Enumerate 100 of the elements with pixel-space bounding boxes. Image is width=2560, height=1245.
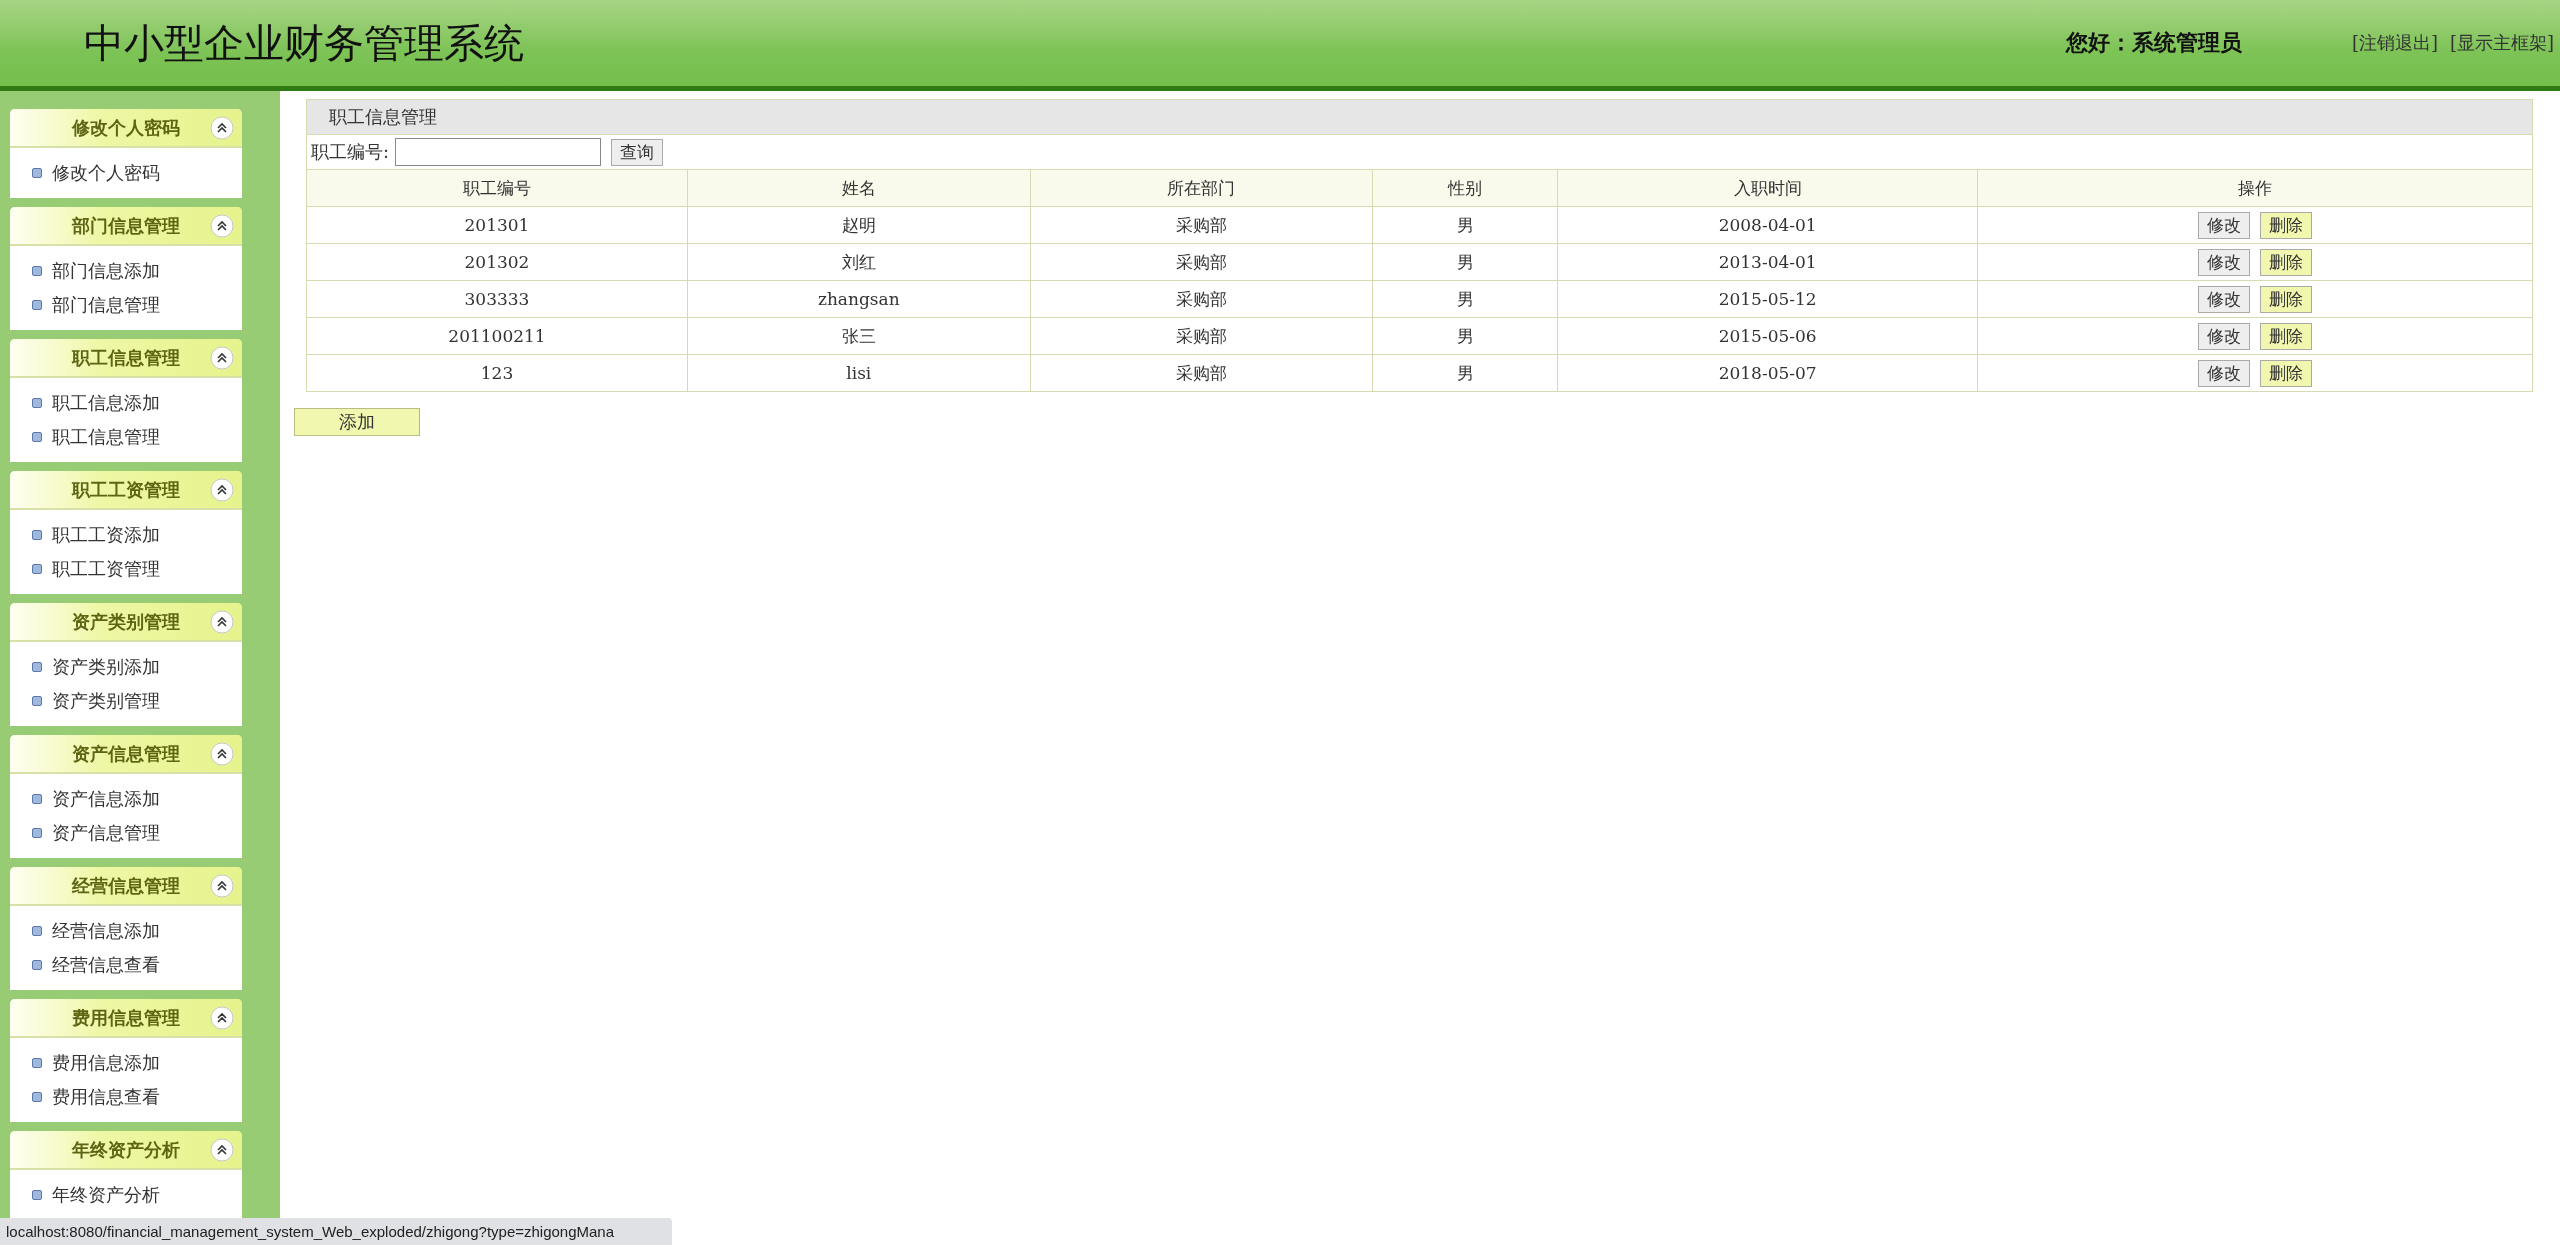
add-button[interactable]: 添加 [294,408,420,436]
menu-item[interactable]: 费用信息添加 [52,1051,160,1075]
bullet-icon [32,662,42,672]
table-cell: 201100211 [307,317,688,355]
table-cell: 2008-04-01 [1557,206,1978,244]
bullet-icon [32,794,42,804]
collapse-icon[interactable] [210,609,234,634]
menu-item[interactable]: 职工工资添加 [52,523,160,547]
table-cell: 男 [1372,280,1558,318]
menu-item[interactable]: 修改个人密码 [52,161,160,185]
menu-item[interactable]: 资产类别管理 [52,689,160,713]
delete-button[interactable]: 删除 [2260,211,2313,239]
table-cell: 张三 [687,317,1031,355]
search-field[interactable] [395,138,602,166]
table-cell: 2018-05-07 [1557,354,1978,391]
delete-button[interactable]: 删除 [2260,322,2313,350]
menu-item[interactable]: 经营信息添加 [52,919,160,943]
menu-group-header[interactable]: 资产信息管理 [10,735,242,774]
column-header: 性别 [1372,169,1558,207]
table-cell: lisi [687,354,1031,391]
column-header: 入职时间 [1557,169,1978,207]
header-link[interactable]: [注销退出] [2351,31,2438,55]
menu-group-header[interactable]: 修改个人密码 [10,109,242,148]
table-cell: 采购部 [1030,354,1373,391]
table-cell: 采购部 [1030,280,1373,318]
greeting-text: 您好：系统管理员 [2065,28,2242,57]
panel-title-text: 职工信息管理 [329,105,437,129]
delete-button[interactable]: 删除 [2260,359,2313,387]
table-cell: 303333 [307,280,688,318]
collapse-icon[interactable] [210,115,234,140]
table-cell: 201301 [307,206,688,244]
table-cell: 男 [1372,317,1558,355]
edit-button[interactable]: 修改 [2198,211,2251,239]
table-cell: zhangsan [687,280,1031,318]
delete-button[interactable]: 删除 [2260,285,2313,313]
edit-button[interactable]: 修改 [2198,359,2251,387]
menu-group-header[interactable]: 职工信息管理 [10,339,242,378]
bullet-icon [32,398,42,408]
bullet-icon [32,828,42,838]
bullet-icon [32,530,42,540]
table-cell: 赵明 [687,206,1031,244]
menu-group-header[interactable]: 职工工资管理 [10,471,242,510]
bullet-icon [32,696,42,706]
menu-item[interactable]: 资产信息添加 [52,787,160,811]
bullet-icon [32,1092,42,1102]
table-cell: 2015-05-06 [1557,317,1978,355]
menu-item[interactable]: 部门信息添加 [52,259,160,283]
menu-item[interactable]: 职工信息添加 [52,391,160,415]
table-cell: 采购部 [1030,317,1373,355]
bullet-icon [32,960,42,970]
menu-item[interactable]: 年终资产分析 [52,1183,160,1207]
menu-item[interactable]: 职工信息管理 [52,425,160,449]
bullet-icon [32,564,42,574]
table-cell: 男 [1372,354,1558,391]
table-cell: 123 [307,354,688,391]
collapse-icon[interactable] [210,1005,234,1030]
app-title: 中小型企业财务管理系统 [84,18,525,68]
menu-group-header[interactable]: 年终资产分析 [10,1131,242,1170]
search-label: 职工编号: [311,140,390,164]
edit-button[interactable]: 修改 [2198,322,2251,350]
collapse-icon[interactable] [210,1137,234,1162]
menu-item[interactable]: 部门信息管理 [52,293,160,317]
menu-group-header[interactable]: 费用信息管理 [10,999,242,1038]
table-cell: 男 [1372,243,1558,281]
edit-button[interactable]: 修改 [2198,285,2251,313]
table-cell: 2013-04-01 [1557,243,1978,281]
table-cell: 男 [1372,206,1558,244]
collapse-icon[interactable] [210,741,234,766]
bullet-icon [32,168,42,178]
menu-item[interactable]: 经营信息查看 [52,953,160,977]
menu-group-header[interactable]: 经营信息管理 [10,867,242,906]
table-cell: 201302 [307,243,688,281]
table-cell: 采购部 [1030,206,1373,244]
bullet-icon [32,926,42,936]
column-header: 职工编号 [307,169,688,207]
menu-item[interactable]: 资产类别添加 [52,655,160,679]
menu-item[interactable]: 费用信息查看 [52,1085,160,1109]
delete-button[interactable]: 删除 [2260,248,2313,276]
header-link[interactable]: [显示主框架] [2449,31,2554,55]
bullet-icon [32,432,42,442]
collapse-icon[interactable] [210,477,234,502]
table-cell: 采购部 [1030,243,1373,281]
collapse-icon[interactable] [210,213,234,238]
menu-group-header[interactable]: 部门信息管理 [10,207,242,246]
collapse-icon[interactable] [210,873,234,898]
search-button[interactable]: 查询 [611,138,664,166]
table-cell: 刘红 [687,243,1031,281]
menu-item[interactable]: 资产信息管理 [52,821,160,845]
edit-button[interactable]: 修改 [2198,248,2251,276]
bullet-icon [32,1058,42,1068]
menu-item[interactable]: 职工工资管理 [52,557,160,581]
collapse-icon[interactable] [210,345,234,370]
column-header: 所在部门 [1030,169,1373,207]
bullet-icon [32,1190,42,1200]
bullet-icon [32,266,42,276]
table-cell: 2015-05-12 [1557,280,1978,318]
menu-group-header[interactable]: 资产类别管理 [10,603,242,642]
bullet-icon [32,300,42,310]
column-header: 姓名 [687,169,1031,207]
status-url: localhost:8080/financial_management_system_Web_exploded/zhigong?type=zhigongMana [6,1223,615,1240]
